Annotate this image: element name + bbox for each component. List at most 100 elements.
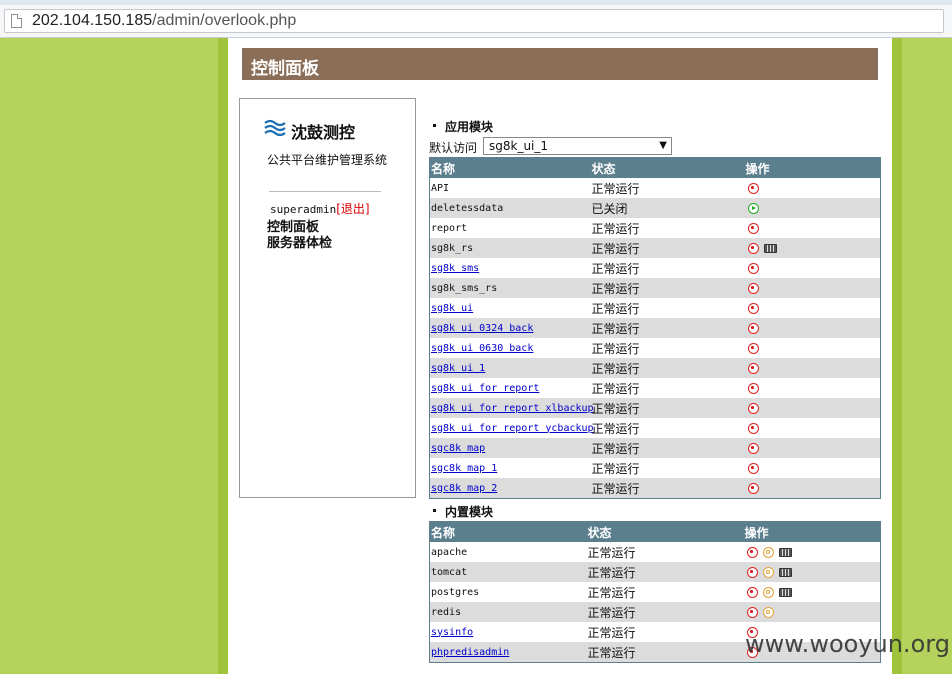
url-field[interactable]: 202.104.150.185/admin/overlook.php [4, 9, 944, 33]
stop-icon[interactable] [747, 442, 759, 454]
module-actions [744, 198, 881, 218]
stop-icon[interactable] [746, 566, 758, 578]
module-actions [745, 418, 881, 438]
module-actions [745, 258, 881, 278]
module-status: 正常运行 [590, 398, 745, 418]
stop-icon[interactable] [747, 402, 759, 414]
module-link[interactable]: sg8k ui for report [431, 383, 539, 394]
logout-link[interactable]: [退出] [336, 202, 369, 216]
module-status: 正常运行 [591, 261, 640, 276]
column-header-ops: 操作 [743, 521, 881, 542]
page-icon [11, 14, 22, 28]
module-link[interactable]: sysinfo [431, 627, 473, 638]
stop-icon[interactable] [746, 606, 758, 618]
module-link[interactable]: sgc8k map 1 [431, 463, 497, 474]
start-icon[interactable] [747, 202, 759, 214]
module-link[interactable]: sg8k ui for report xlbackup [431, 403, 594, 414]
table-row: deletessdata 已关闭 [429, 198, 881, 218]
table-row: sg8k ui for report 正常运行 [430, 378, 881, 398]
app-modules-table: 名称 状态 操作 API 正常运行 deletessdata 已关闭 report 正常运… [429, 157, 881, 499]
app-modules-title: 应用模块 [445, 120, 494, 134]
module-name-cell: sg8k_sms_rs [429, 278, 591, 298]
module-actions [743, 562, 881, 582]
stop-icon[interactable] [746, 586, 758, 598]
table-header-row: 名称 状态 操作 [429, 157, 881, 178]
module-link[interactable]: sg8k ui 0630 back [431, 343, 533, 354]
module-link[interactable]: sg8k ui [431, 303, 473, 314]
module-name-cell: sgc8k map 2 [429, 478, 591, 499]
module-name-cell: sg8k ui for report [430, 378, 591, 398]
module-link[interactable]: phpredisadmin [431, 647, 509, 658]
module-name-cell: API [430, 178, 591, 198]
module-name-cell: redis [429, 602, 587, 622]
stop-icon[interactable] [747, 262, 759, 274]
page-title-bar: 控制面板 [242, 48, 878, 80]
stop-icon[interactable] [747, 222, 759, 234]
nav-item-server-checkup[interactable]: 服务器体检 [267, 232, 332, 251]
module-status: 正常运行 [590, 438, 745, 458]
column-header-status: 状态 [590, 157, 745, 178]
stop-icon[interactable] [747, 362, 759, 374]
module-status: 正常运行 [587, 625, 636, 640]
table-row: sg8k ui 0324 back 正常运行 [429, 318, 881, 338]
restart-icon[interactable] [762, 606, 774, 618]
module-actions [744, 318, 881, 338]
monitor-icon[interactable] [778, 587, 792, 597]
module-name: tomcat [431, 566, 468, 578]
module-name: deletessdata [431, 202, 504, 214]
monitor-icon[interactable] [763, 243, 777, 253]
module-status: 正常运行 [591, 181, 640, 196]
monitor-icon[interactable] [778, 567, 792, 577]
stop-icon[interactable] [747, 322, 759, 334]
module-actions [744, 542, 881, 562]
module-status: 正常运行 [591, 381, 640, 396]
module-actions [745, 218, 881, 238]
stop-icon[interactable] [747, 462, 759, 474]
stop-icon[interactable] [747, 342, 759, 354]
builtin-modules-title: 内置模块 [445, 505, 494, 519]
module-link[interactable]: sg8k sms [431, 263, 479, 274]
url-text[interactable]: 202.104.150.185/admin/overlook.php [32, 12, 296, 30]
dropdown-arrow-icon: ▼ [659, 140, 667, 151]
stop-icon[interactable] [747, 382, 759, 394]
module-status: 正常运行 [590, 478, 745, 499]
module-name-cell: sysinfo [430, 622, 587, 642]
page-title: 控制面板 [251, 59, 319, 79]
module-status: 正常运行 [590, 318, 745, 338]
restart-icon[interactable] [762, 546, 774, 558]
module-link[interactable]: sg8k ui 0324 back [431, 323, 533, 334]
stop-icon[interactable] [746, 546, 758, 558]
table-row: sgc8k map 2 正常运行 [429, 478, 881, 499]
stop-icon[interactable] [747, 242, 759, 254]
sidebar-divider [269, 191, 381, 192]
module-actions [745, 178, 881, 198]
table-row: report 正常运行 [430, 218, 881, 238]
user-line: superadmin[退出] [270, 200, 370, 217]
module-actions [743, 602, 881, 622]
module-status: 正常运行 [586, 562, 744, 582]
table-row: sgc8k map 正常运行 [429, 438, 881, 458]
module-name: redis [431, 606, 462, 618]
stop-icon[interactable] [747, 282, 759, 294]
column-header-ops: 操作 [744, 157, 881, 178]
module-name-cell: deletessdata [429, 198, 591, 218]
table-row: API 正常运行 [430, 178, 881, 198]
stop-icon[interactable] [747, 302, 759, 314]
default-access-select[interactable]: sg8k_ui_1 ▼ [483, 137, 672, 155]
module-link[interactable]: sg8k ui for report ycbackup [431, 423, 594, 434]
left-border-stripe [218, 38, 228, 674]
stop-icon[interactable] [747, 482, 759, 494]
table-header-row: 名称 状态 操作 [429, 521, 881, 542]
restart-icon[interactable] [762, 586, 774, 598]
stop-icon[interactable] [747, 422, 759, 434]
module-link[interactable]: sg8k ui 1 [431, 363, 485, 374]
monitor-icon[interactable] [778, 547, 792, 557]
column-header-name: 名称 [429, 157, 591, 178]
restart-icon[interactable] [762, 566, 774, 578]
module-status: 正常运行 [591, 341, 640, 356]
table-row: sg8k ui 0630 back 正常运行 [430, 338, 881, 358]
stop-icon[interactable] [747, 182, 759, 194]
bullet [433, 124, 436, 127]
module-link[interactable]: sgc8k map 2 [431, 483, 497, 494]
module-link[interactable]: sgc8k map [431, 443, 485, 454]
